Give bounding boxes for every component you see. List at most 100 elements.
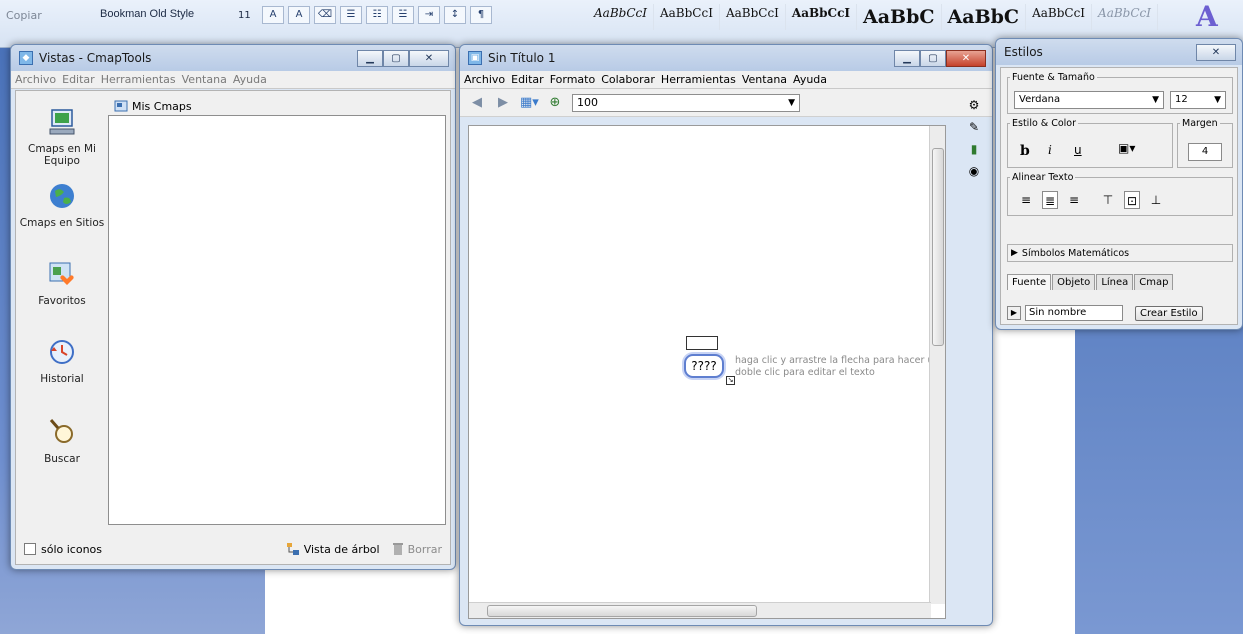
- text-color-button[interactable]: ▣▾: [1118, 141, 1135, 155]
- sort-icon[interactable]: ↕: [444, 6, 466, 24]
- menu-herramientas[interactable]: Herramientas: [101, 73, 176, 86]
- style-sample[interactable]: AaBbCcI: [654, 4, 720, 30]
- align-bottom-icon[interactable]: ⊥: [1148, 191, 1164, 209]
- grow-font-icon[interactable]: A: [262, 6, 284, 24]
- align-left-icon[interactable]: ≡: [1018, 191, 1034, 209]
- expand-arrow-icon[interactable]: ▶: [1007, 306, 1021, 320]
- folder-icon: [114, 100, 128, 112]
- margin-input[interactable]: 4: [1188, 143, 1222, 161]
- menu-archivo[interactable]: Archivo: [15, 73, 56, 86]
- cmaptools-icon: ◆: [19, 51, 33, 65]
- cmap-menubar: Archivo Editar Formato Colaborar Herrami…: [460, 71, 992, 89]
- align-center-icon[interactable]: ≣: [1042, 191, 1058, 209]
- only-icons-label: sólo iconos: [41, 542, 103, 556]
- menu-editar[interactable]: Editar: [62, 73, 95, 86]
- styles-palette-icon[interactable]: ◉: [966, 163, 982, 179]
- tab-linea[interactable]: Línea: [1096, 274, 1134, 290]
- resize-handle[interactable]: ↘: [726, 376, 735, 385]
- style-sample[interactable]: AaBbCcI: [786, 4, 857, 30]
- style-sample[interactable]: AaBbCcI: [720, 4, 786, 30]
- vistas-titlebar[interactable]: ◆ Vistas - CmapTools ▁ ▢ ✕: [11, 45, 455, 71]
- close-button[interactable]: ✕: [1196, 43, 1236, 61]
- style-sample[interactable]: AaBbCcI: [1026, 4, 1093, 30]
- font-value: Verdana: [1019, 94, 1061, 105]
- pilcrow-icon[interactable]: ¶: [470, 6, 492, 24]
- zoom-select[interactable]: 100 ▼: [572, 93, 800, 112]
- tab-fuente[interactable]: Fuente: [1007, 274, 1052, 290]
- cmap-titlebar[interactable]: ▣ Sin Título 1 ▁ ▢ ✕: [460, 45, 992, 71]
- minimize-button[interactable]: ▁: [357, 49, 383, 67]
- numbering-icon[interactable]: ☷: [366, 6, 388, 24]
- sidebar-item-favoritos[interactable]: Favoritos: [16, 259, 108, 307]
- style-sample[interactable]: AaBbCcI: [1092, 4, 1158, 30]
- tab-objeto[interactable]: Objeto: [1052, 274, 1096, 290]
- font-name-box[interactable]: Bookman Old Style: [100, 8, 194, 20]
- font-size-box[interactable]: 11: [238, 10, 251, 21]
- menu-ventana[interactable]: Ventana: [742, 73, 787, 86]
- sidebar-item-buscar[interactable]: Buscar: [16, 417, 108, 465]
- estilos-titlebar[interactable]: Estilos ✕: [996, 39, 1242, 65]
- vistas-window: ◆ Vistas - CmapTools ▁ ▢ ✕ Archivo Edita…: [10, 44, 456, 570]
- drag-arrow-handle[interactable]: [686, 336, 718, 350]
- font-select[interactable]: Verdana ▼: [1014, 91, 1164, 109]
- sidebar-item-mi-equipo[interactable]: Cmaps en Mi Equipo: [16, 107, 108, 167]
- format-brush-icon[interactable]: ✎: [966, 119, 982, 135]
- close-button[interactable]: ✕: [409, 49, 449, 67]
- sidebar-item-historial[interactable]: Historial: [16, 337, 108, 385]
- vertical-scrollbar[interactable]: [929, 126, 945, 604]
- align-top-icon[interactable]: ⊤: [1100, 191, 1116, 209]
- size-select[interactable]: 12 ▼: [1170, 91, 1226, 109]
- view-mode-icon[interactable]: ▦▾: [520, 94, 539, 112]
- menu-editar[interactable]: Editar: [511, 73, 544, 86]
- tab-cmap[interactable]: Cmap: [1134, 274, 1174, 290]
- copy-label: Copiar: [6, 9, 42, 22]
- menu-herramientas[interactable]: Herramientas: [661, 73, 736, 86]
- tree-view-button[interactable]: Vista de árbol: [286, 542, 380, 556]
- close-button[interactable]: ✕: [946, 49, 986, 67]
- estilos-window: Estilos ✕ Fuente & Tamaño Verdana ▼ 12 ▼ E…: [995, 38, 1243, 330]
- style-sample[interactable]: AaBbC: [942, 4, 1027, 30]
- margin-section-label: Margen: [1182, 118, 1218, 129]
- menu-ayuda[interactable]: Ayuda: [233, 73, 267, 86]
- math-symbols-expander[interactable]: ▶ Símbolos Matemáticos: [1007, 244, 1233, 262]
- change-styles-icon[interactable]: A: [1196, 0, 1218, 33]
- cmap-canvas[interactable]: ???? ↘ haga clic y arrastre la flecha pa…: [468, 125, 946, 619]
- clear-format-icon[interactable]: ⌫: [314, 6, 336, 24]
- sidebar-label-favoritos: Favoritos: [38, 295, 86, 307]
- menu-archivo[interactable]: Archivo: [464, 73, 505, 86]
- menu-ventana[interactable]: Ventana: [182, 73, 227, 86]
- book-icon[interactable]: ▮: [966, 141, 982, 157]
- align-right-icon[interactable]: ≡: [1066, 191, 1082, 209]
- collaborate-icon[interactable]: ⚙: [966, 97, 982, 113]
- create-style-button[interactable]: Crear Estilo: [1135, 305, 1203, 321]
- math-symbols-label: Símbolos Matemáticos: [1021, 247, 1130, 259]
- only-icons-checkbox[interactable]: [24, 543, 36, 555]
- underline-button[interactable]: u: [1074, 143, 1082, 157]
- italic-button[interactable]: i: [1048, 143, 1052, 157]
- menu-formato[interactable]: Formato: [550, 73, 596, 86]
- style-name-input[interactable]: Sin nombre: [1025, 305, 1123, 321]
- style-sample[interactable]: AaBbCcI: [588, 4, 654, 30]
- maximize-button[interactable]: ▢: [920, 49, 946, 67]
- vertical-scroll-thumb[interactable]: [932, 148, 944, 346]
- back-arrow-icon[interactable]: ◀: [468, 94, 486, 112]
- multilevel-icon[interactable]: ☱: [392, 6, 414, 24]
- horizontal-scrollbar[interactable]: [469, 602, 931, 618]
- menu-ayuda[interactable]: Ayuda: [793, 73, 827, 86]
- cmaps-list[interactable]: [108, 115, 446, 525]
- style-sample[interactable]: AaBbC: [857, 4, 942, 30]
- horizontal-scroll-thumb[interactable]: [487, 605, 757, 617]
- bullets-icon[interactable]: ☰: [340, 6, 362, 24]
- concept-node[interactable]: ????: [684, 354, 724, 378]
- forward-arrow-icon[interactable]: ▶: [494, 94, 512, 112]
- bold-button[interactable]: b: [1020, 143, 1030, 159]
- minimize-button[interactable]: ▁: [894, 49, 920, 67]
- sidebar-item-sitios[interactable]: Cmaps en Sitios: [16, 181, 108, 229]
- menu-colaborar[interactable]: Colaborar: [601, 73, 655, 86]
- shrink-font-icon[interactable]: A: [288, 6, 310, 24]
- sidebar-label-historial: Historial: [40, 373, 84, 385]
- delete-button[interactable]: Borrar: [392, 542, 442, 556]
- align-middle-icon[interactable]: ⊡: [1124, 191, 1140, 209]
- indent-icon[interactable]: ⇥: [418, 6, 440, 24]
- maximize-button[interactable]: ▢: [383, 49, 409, 67]
